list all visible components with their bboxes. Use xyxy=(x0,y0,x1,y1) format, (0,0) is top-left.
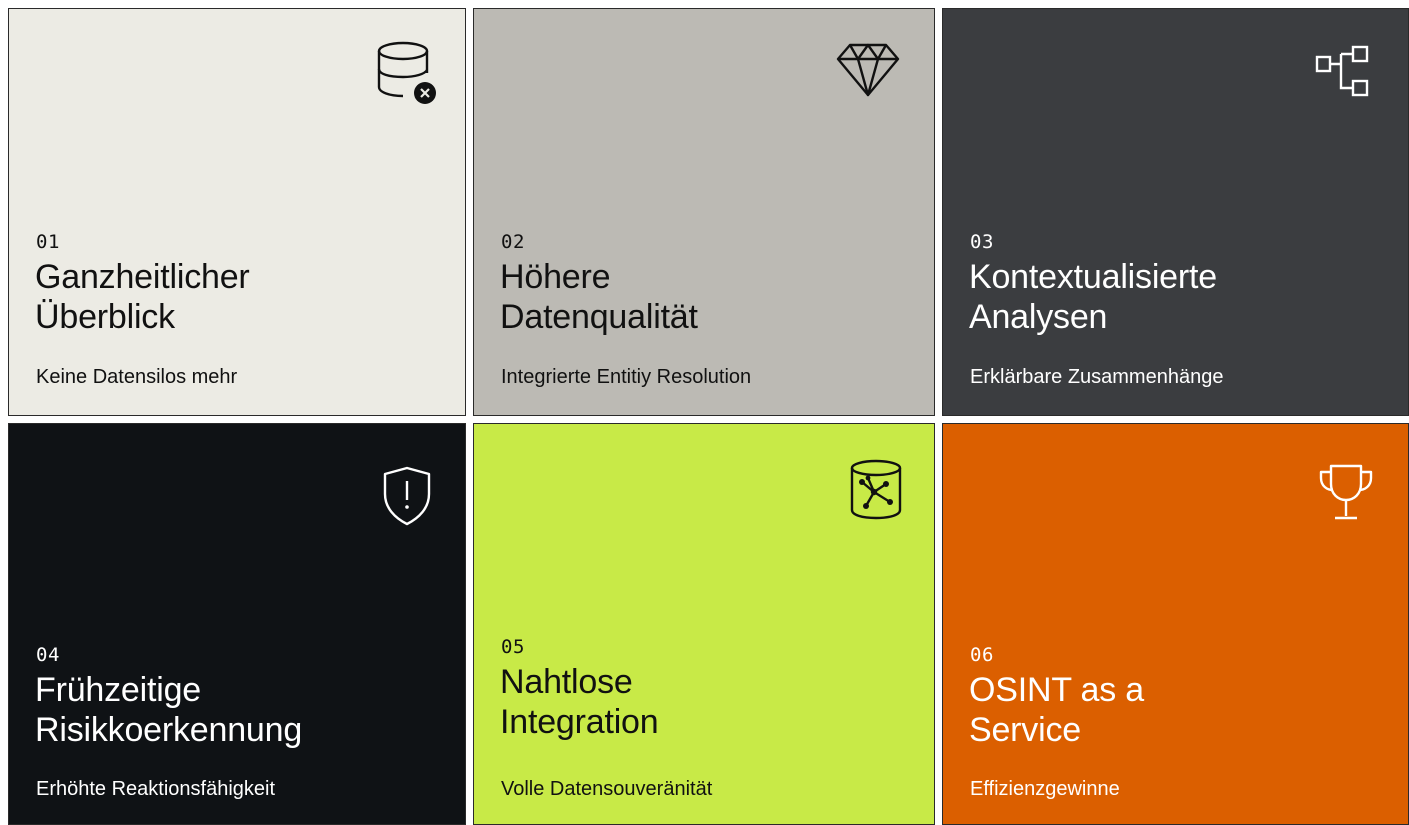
card-number: 06 xyxy=(970,644,994,666)
card-title: Frühzeitige Risikkoerkennung xyxy=(35,671,303,749)
card-title: Ganzheitlicher Überblick xyxy=(35,258,250,336)
diamond-icon xyxy=(836,43,900,97)
card-number: 01 xyxy=(36,231,60,253)
card-subtitle: Erklärbare Zusammenhänge xyxy=(970,366,1224,388)
trophy-icon xyxy=(1319,464,1373,520)
feature-card-05: 05 Nahtlose Integration Volle Datensouve… xyxy=(473,423,935,825)
card-number: 05 xyxy=(501,636,525,658)
card-number: 02 xyxy=(501,231,525,253)
feature-card-04: 04 Frühzeitige Risikkoerkennung Erhöhte … xyxy=(8,423,466,825)
card-title: Nahtlose Integration xyxy=(500,663,659,741)
feature-grid: 01 Ganzheitlicher Überblick Keine Datens… xyxy=(0,0,1409,825)
card-subtitle: Effizienzgewinne xyxy=(970,778,1120,800)
card-title: OSINT as a Service xyxy=(969,671,1144,749)
shield-alert-icon xyxy=(383,466,431,526)
card-subtitle: Erhöhte Reaktionsfähigkeit xyxy=(36,778,276,800)
feature-card-01: 01 Ganzheitlicher Überblick Keine Datens… xyxy=(8,8,466,416)
card-number: 03 xyxy=(970,231,994,253)
database-x-icon xyxy=(377,41,436,104)
card-subtitle: Integrierte Entitiy Resolution xyxy=(501,366,752,388)
card-subtitle: Keine Datensilos mehr xyxy=(36,366,238,388)
feature-card-02: 02 Höhere Datenqualität Integrierte Enti… xyxy=(473,8,935,416)
hierarchy-icon xyxy=(1315,45,1369,97)
feature-card-06: 06 OSINT as a Service Effizienzgewinne xyxy=(942,423,1409,825)
network-database-icon xyxy=(850,459,902,520)
feature-card-03: 03 Kontextualisierte Analysen Erklärbare… xyxy=(942,8,1409,416)
card-subtitle: Volle Datensouveränität xyxy=(501,778,713,800)
card-title: Kontextualisierte Analysen xyxy=(969,258,1217,336)
card-title: Höhere Datenqualität xyxy=(500,258,698,336)
card-number: 04 xyxy=(36,644,60,666)
